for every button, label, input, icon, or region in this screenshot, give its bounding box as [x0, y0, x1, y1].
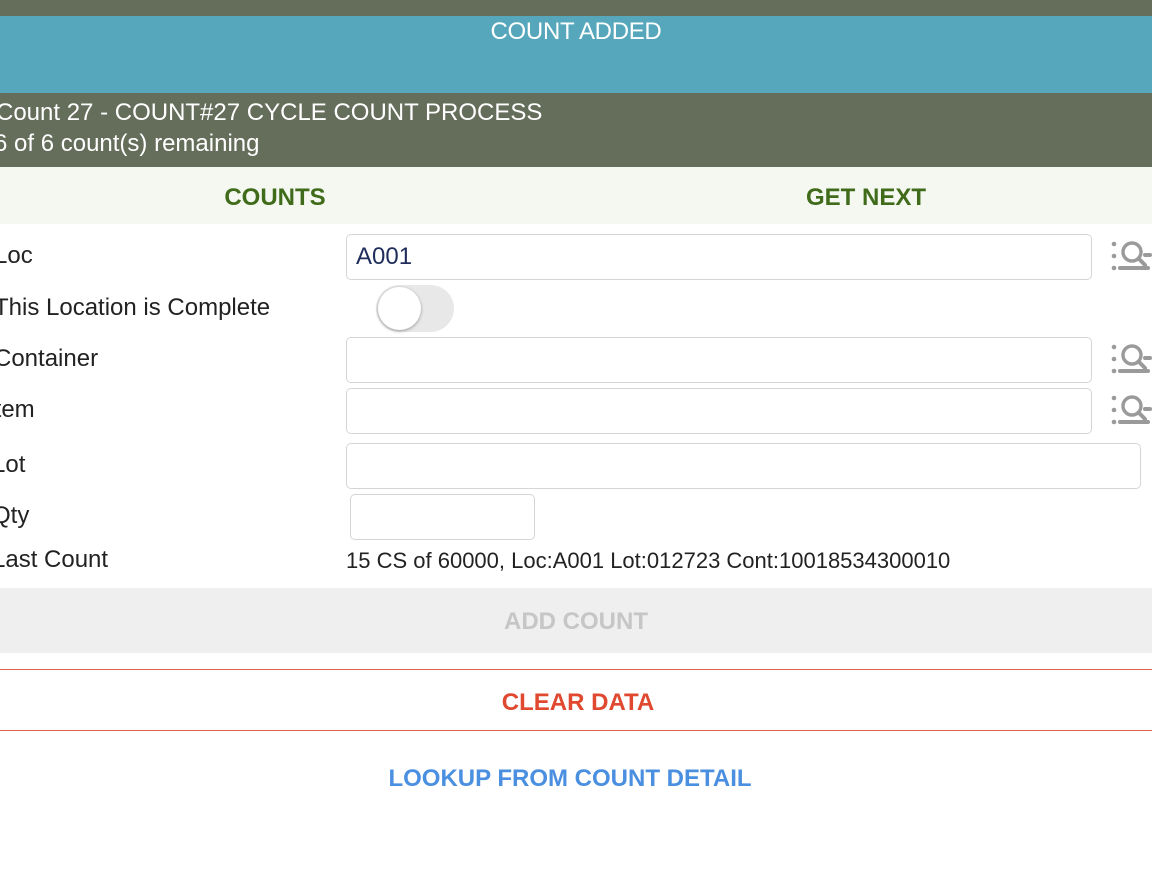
counts-remaining: 6 of 6 count(s) remaining [0, 130, 260, 157]
last-count-label: Last Count [0, 546, 109, 573]
container-lookup-icon[interactable] [1110, 339, 1152, 381]
lot-input[interactable] [346, 443, 1141, 489]
qty-input[interactable] [350, 494, 535, 540]
lookup-from-count-detail-button[interactable]: LOOKUP FROM COUNT DETAIL [0, 757, 1140, 801]
location-complete-label: This Location is Complete [0, 294, 271, 321]
add-count-button[interactable]: ADD COUNT [0, 588, 1152, 653]
count-header: Count 27 - COUNT#27 CYCLE COUNT PROCESS … [0, 93, 1152, 167]
cycle-count-screen: COUNT ADDED Count 27 - COUNT#27 CYCLE CO… [0, 0, 1152, 886]
clear-data-button[interactable]: CLEAR DATA [0, 669, 1152, 731]
loc-input[interactable] [346, 234, 1092, 280]
item-label: Item [0, 396, 35, 423]
status-strip [0, 0, 1152, 16]
banner-message: COUNT ADDED [490, 18, 662, 45]
loc-label: Loc [0, 242, 33, 269]
qty-label: Qty [0, 502, 30, 529]
container-input[interactable] [346, 337, 1092, 383]
notification-banner: COUNT ADDED [0, 16, 1152, 93]
item-lookup-icon[interactable] [1110, 390, 1152, 432]
count-title: Count 27 - COUNT#27 CYCLE COUNT PROCESS [0, 99, 543, 126]
tab-bar: COUNTS GET NEXT [0, 167, 1152, 224]
lot-label: Lot [0, 451, 26, 478]
tab-get-next[interactable]: GET NEXT [580, 167, 1152, 224]
loc-lookup-icon[interactable] [1110, 236, 1152, 278]
location-complete-toggle[interactable] [376, 285, 454, 332]
tab-counts[interactable]: COUNTS [0, 167, 550, 224]
last-count-value: 15 CS of 60000, Loc:A001 Lot:012723 Cont… [346, 548, 951, 573]
toggle-knob [378, 287, 421, 330]
item-input[interactable] [346, 388, 1092, 434]
container-label: Container [0, 345, 99, 372]
